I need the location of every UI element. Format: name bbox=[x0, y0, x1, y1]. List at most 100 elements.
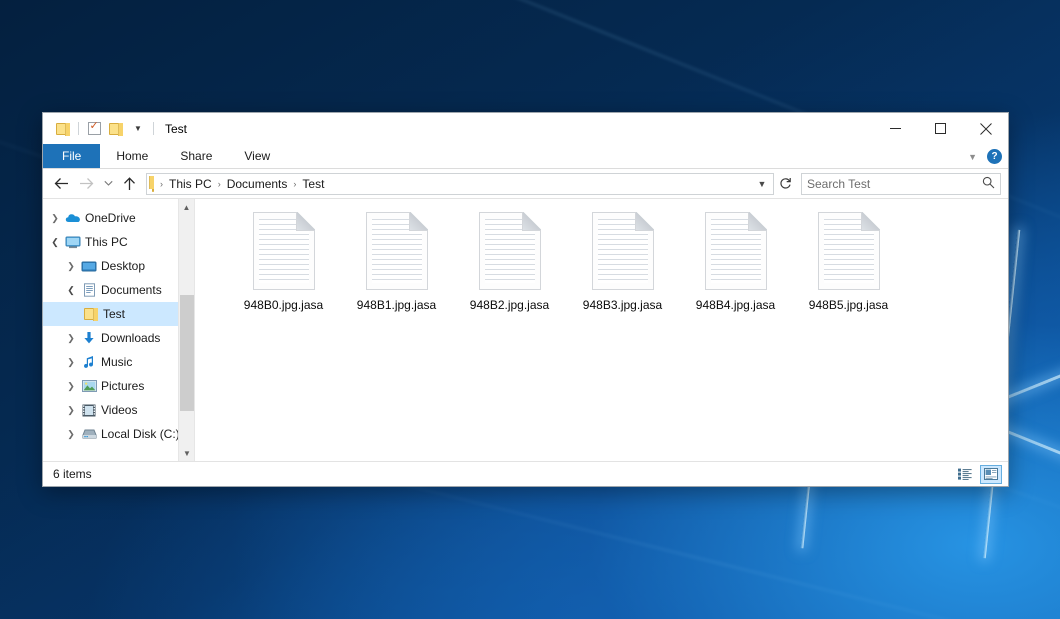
sidebar-item-test[interactable]: Test bbox=[43, 302, 194, 326]
window-controls[interactable] bbox=[873, 113, 1008, 144]
breadcrumb-separator: › bbox=[289, 179, 300, 189]
sidebar-item-label: Local Disk (C:) bbox=[99, 427, 180, 441]
forward-button[interactable] bbox=[74, 172, 99, 196]
chevron-right-icon[interactable]: ❯ bbox=[63, 261, 79, 272]
file-grid: 948B0.jpg.jasa 948B1.jpg.jasa 948B2.jpg.… bbox=[195, 199, 1008, 312]
file-name: 948B4.jpg.jasa bbox=[696, 298, 775, 312]
properties-icon[interactable] bbox=[83, 118, 105, 140]
scroll-up-arrow-icon[interactable]: ▲ bbox=[179, 199, 194, 215]
hard-drive-icon bbox=[79, 428, 99, 440]
sidebar-item-music[interactable]: ❯ Music bbox=[43, 350, 194, 374]
minimize-button[interactable] bbox=[873, 113, 918, 144]
chevron-down-icon[interactable]: ▼ bbox=[968, 152, 977, 162]
pictures-image-icon bbox=[79, 380, 99, 392]
sidebar-item-onedrive[interactable]: ❯ OneDrive bbox=[43, 206, 194, 230]
window-title: Test bbox=[165, 122, 187, 136]
desktop[interactable]: ▼ Test File Home Share View bbox=[0, 0, 1060, 619]
generic-document-icon bbox=[366, 212, 428, 290]
file-name: 948B5.jpg.jasa bbox=[809, 298, 888, 312]
quick-access-toolbar[interactable]: ▼ bbox=[43, 118, 158, 140]
file-name: 948B1.jpg.jasa bbox=[357, 298, 436, 312]
ribbon-tabs[interactable]: File Home Share View ▼ ? bbox=[43, 144, 1008, 169]
generic-document-icon bbox=[592, 212, 654, 290]
navigation-pane-scrollbar[interactable]: ▲ ▼ bbox=[178, 199, 194, 461]
recent-locations-chevron-icon[interactable] bbox=[99, 172, 117, 196]
sidebar-item-label: Pictures bbox=[99, 379, 144, 393]
help-icon[interactable]: ? bbox=[987, 149, 1002, 164]
navigation-pane[interactable]: ❯ OneDrive ❮ This PC ❯ bbox=[43, 199, 195, 461]
generic-document-icon bbox=[479, 212, 541, 290]
tab-home[interactable]: Home bbox=[100, 144, 164, 168]
folder-icon[interactable] bbox=[52, 118, 74, 140]
file-item[interactable]: 948B1.jpg.jasa bbox=[340, 207, 453, 312]
chevron-right-icon[interactable]: ❯ bbox=[47, 213, 63, 224]
breadcrumb-separator: › bbox=[156, 179, 167, 189]
chevron-down-icon[interactable]: ❮ bbox=[47, 237, 63, 248]
sidebar-item-local-disk-c[interactable]: ❯ Local Disk (C:) bbox=[43, 422, 194, 446]
sidebar-item-downloads[interactable]: ❯ Downloads bbox=[43, 326, 194, 350]
details-view-button[interactable] bbox=[954, 465, 976, 484]
maximize-button[interactable] bbox=[918, 113, 963, 144]
sidebar-item-label: Videos bbox=[99, 403, 137, 417]
sidebar-item-this-pc[interactable]: ❮ This PC bbox=[43, 230, 194, 254]
chevron-down-icon[interactable]: ▼ bbox=[127, 118, 149, 140]
chevron-down-icon[interactable]: ❮ bbox=[63, 285, 79, 296]
sidebar-item-label: Desktop bbox=[99, 259, 145, 273]
close-button[interactable] bbox=[963, 113, 1008, 144]
address-bar[interactable]: › This PC › Documents › Test ▼ bbox=[43, 169, 1008, 199]
title-bar[interactable]: ▼ Test bbox=[43, 113, 1008, 144]
sidebar-item-label: Music bbox=[99, 355, 132, 369]
file-name: 948B3.jpg.jasa bbox=[583, 298, 662, 312]
search-input[interactable] bbox=[807, 177, 982, 191]
back-button[interactable] bbox=[49, 172, 74, 196]
scrollbar-thumb[interactable] bbox=[180, 295, 194, 411]
file-list-area[interactable]: 948B0.jpg.jasa 948B1.jpg.jasa 948B2.jpg.… bbox=[195, 199, 1008, 461]
file-item[interactable]: 948B0.jpg.jasa bbox=[227, 207, 340, 312]
folder-tree[interactable]: ❯ OneDrive ❮ This PC ❯ bbox=[43, 199, 194, 446]
generic-document-icon bbox=[253, 212, 315, 290]
tab-share[interactable]: Share bbox=[164, 144, 228, 168]
chevron-right-icon[interactable]: ❯ bbox=[63, 405, 79, 416]
file-item[interactable]: 948B4.jpg.jasa bbox=[679, 207, 792, 312]
scroll-down-arrow-icon[interactable]: ▼ bbox=[179, 445, 195, 461]
new-folder-icon[interactable] bbox=[105, 118, 127, 140]
onedrive-cloud-icon bbox=[63, 212, 83, 224]
sidebar-item-desktop[interactable]: ❯ Desktop bbox=[43, 254, 194, 278]
sidebar-item-pictures[interactable]: ❯ Pictures bbox=[43, 374, 194, 398]
search-icon[interactable] bbox=[982, 176, 995, 192]
music-note-icon bbox=[79, 355, 99, 369]
breadcrumb[interactable]: › This PC › Documents › Test ▼ bbox=[146, 173, 774, 195]
folder-icon bbox=[152, 177, 154, 191]
generic-document-icon bbox=[818, 212, 880, 290]
sidebar-item-label: Downloads bbox=[99, 331, 160, 345]
chevron-right-icon[interactable]: ❯ bbox=[63, 357, 79, 368]
chevron-right-icon[interactable]: ❯ bbox=[63, 381, 79, 392]
file-explorer-window[interactable]: ▼ Test File Home Share View bbox=[42, 112, 1009, 487]
file-name: 948B0.jpg.jasa bbox=[244, 298, 323, 312]
toolbar-divider bbox=[78, 122, 79, 135]
file-item[interactable]: 948B2.jpg.jasa bbox=[453, 207, 566, 312]
breadcrumb-separator: › bbox=[214, 179, 225, 189]
breadcrumb-item-this-pc[interactable]: This PC bbox=[167, 177, 214, 191]
chevron-right-icon[interactable]: ❯ bbox=[63, 429, 79, 440]
sidebar-item-label: Documents bbox=[99, 283, 162, 297]
breadcrumb-item-documents[interactable]: Documents bbox=[225, 177, 290, 191]
status-bar: 6 items bbox=[43, 461, 1008, 486]
desktop-monitor-icon bbox=[79, 260, 99, 273]
refresh-icon[interactable] bbox=[774, 173, 796, 195]
folder-icon bbox=[81, 308, 101, 320]
file-item[interactable]: 948B5.jpg.jasa bbox=[792, 207, 905, 312]
breadcrumb-item-test[interactable]: Test bbox=[300, 177, 326, 191]
sidebar-item-videos[interactable]: ❯ Videos bbox=[43, 398, 194, 422]
view-toggle-group[interactable] bbox=[954, 465, 1002, 484]
search-box[interactable] bbox=[801, 173, 1001, 195]
chevron-right-icon[interactable]: ❯ bbox=[63, 333, 79, 344]
file-item[interactable]: 948B3.jpg.jasa bbox=[566, 207, 679, 312]
tab-view[interactable]: View bbox=[228, 144, 286, 168]
sidebar-item-documents[interactable]: ❮ Documents bbox=[43, 278, 194, 302]
large-icons-view-button[interactable] bbox=[980, 465, 1002, 484]
sidebar-item-label: Test bbox=[101, 307, 125, 321]
tab-file[interactable]: File bbox=[43, 144, 100, 168]
up-button[interactable] bbox=[117, 172, 142, 196]
chevron-down-icon[interactable]: ▼ bbox=[753, 179, 771, 189]
